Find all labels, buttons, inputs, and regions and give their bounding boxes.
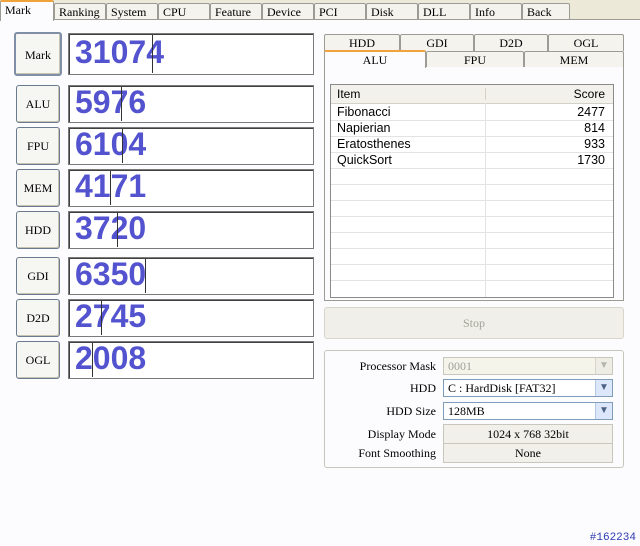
hdd-button[interactable]: HDD bbox=[16, 211, 60, 249]
subtab-mem[interactable]: MEM bbox=[524, 51, 624, 68]
font-smoothing-value: None bbox=[443, 443, 613, 463]
hdd-size-value: 128MB bbox=[448, 404, 485, 418]
mem-score-box: 4171 bbox=[68, 168, 314, 207]
gdi-button[interactable]: GDI bbox=[16, 257, 60, 295]
chevron-down-icon[interactable]: ▼ bbox=[595, 358, 612, 374]
header-divider bbox=[485, 88, 486, 100]
hdd-label: HDD bbox=[410, 381, 436, 395]
d2d-score-box: 2745 bbox=[68, 298, 314, 337]
gdi-score-box: 6350 bbox=[68, 256, 314, 295]
mark-score-cursor bbox=[152, 35, 153, 73]
chevron-down-icon[interactable]: ▼ bbox=[595, 380, 612, 396]
d2d-score-cursor bbox=[101, 301, 102, 335]
subtab-hdd[interactable]: HDD bbox=[324, 34, 400, 51]
row-score: 814 bbox=[584, 121, 605, 135]
hdd-size-select[interactable]: 128MB ▼ bbox=[443, 402, 613, 420]
row-score: 1730 bbox=[577, 153, 605, 167]
fpu-score: 6104 bbox=[75, 126, 147, 162]
hdd-select[interactable]: C : HardDisk [FAT32] ▼ bbox=[443, 379, 613, 397]
hdd-score: 3720 bbox=[75, 210, 147, 246]
tab-system[interactable]: System bbox=[106, 3, 158, 20]
hdd-score-box: 3720 bbox=[68, 210, 314, 249]
hdd-value: C : HardDisk [FAT32] bbox=[448, 381, 556, 395]
processor-mask-select[interactable]: 0001 ▼ bbox=[443, 357, 613, 375]
tab-info[interactable]: Info bbox=[470, 3, 522, 20]
row-item: QuickSort bbox=[337, 153, 392, 167]
fpu-score-box: 6104 bbox=[68, 126, 314, 165]
mark-score-box: 31074 bbox=[68, 33, 314, 75]
gdi-score-cursor bbox=[145, 259, 146, 293]
table-row[interactable]: Fibonacci 2477 bbox=[331, 104, 613, 121]
table-row[interactable]: Eratosthenes 933 bbox=[331, 136, 613, 153]
subtab-alu[interactable]: ALU bbox=[324, 50, 426, 68]
gdi-score: 6350 bbox=[75, 256, 147, 292]
tab-pci[interactable]: PCI bbox=[314, 3, 366, 20]
empty-row bbox=[331, 232, 613, 249]
display-mode-label: Display Mode bbox=[367, 427, 436, 441]
tab-mark[interactable]: Mark bbox=[0, 0, 54, 21]
column-header-item[interactable]: Item bbox=[337, 87, 360, 101]
empty-row bbox=[331, 248, 613, 265]
alu-score-box: 5976 bbox=[68, 84, 314, 123]
empty-row bbox=[331, 184, 613, 201]
fpu-score-cursor bbox=[122, 129, 123, 163]
empty-row bbox=[331, 200, 613, 217]
display-mode-value: 1024 x 768 32bit bbox=[443, 424, 613, 444]
alu-score: 5976 bbox=[75, 84, 147, 120]
d2d-score: 2745 bbox=[75, 298, 147, 334]
row-score: 2477 bbox=[577, 105, 605, 119]
subtab-gdi[interactable]: GDI bbox=[400, 34, 474, 51]
subtab-ogl[interactable]: OGL bbox=[548, 34, 624, 51]
alu-score-cursor bbox=[121, 87, 122, 121]
stop-button[interactable]: Stop bbox=[324, 307, 624, 339]
results-list[interactable]: Item Score Fibonacci 2477 Napierian 814 … bbox=[330, 84, 614, 298]
empty-row bbox=[331, 264, 613, 281]
column-header-score[interactable]: Score bbox=[574, 87, 605, 101]
ogl-score: 2008 bbox=[75, 340, 147, 376]
d2d-button[interactable]: D2D bbox=[16, 299, 60, 337]
processor-mask-label: Processor Mask bbox=[359, 359, 436, 373]
row-item: Fibonacci bbox=[337, 105, 391, 119]
mark-button[interactable]: Mark bbox=[14, 32, 62, 76]
hdd-score-cursor bbox=[117, 213, 118, 247]
tab-back[interactable]: Back bbox=[522, 3, 570, 20]
empty-row bbox=[331, 168, 613, 185]
tab-cpu[interactable]: CPU bbox=[158, 3, 210, 20]
row-score: 933 bbox=[584, 137, 605, 151]
processor-mask-value: 0001 bbox=[448, 359, 472, 373]
mem-button[interactable]: MEM bbox=[16, 169, 60, 207]
font-smoothing-label: Font Smoothing bbox=[358, 446, 436, 460]
row-item: Eratosthenes bbox=[337, 137, 411, 151]
ogl-score-box: 2008 bbox=[68, 340, 314, 379]
mark-score: 31074 bbox=[75, 34, 164, 70]
fpu-button[interactable]: FPU bbox=[16, 127, 60, 165]
subtab-d2d[interactable]: D2D bbox=[474, 34, 548, 51]
tab-ranking[interactable]: Ranking bbox=[54, 3, 106, 20]
ogl-score-cursor bbox=[92, 343, 93, 377]
table-row[interactable]: Napierian 814 bbox=[331, 120, 613, 137]
ogl-button[interactable]: OGL bbox=[16, 341, 60, 379]
tab-dll[interactable]: DLL bbox=[418, 3, 470, 20]
subtab-fpu[interactable]: FPU bbox=[426, 51, 524, 68]
results-header: Item Score bbox=[331, 85, 613, 104]
alu-button[interactable]: ALU bbox=[16, 85, 60, 123]
row-item: Napierian bbox=[337, 121, 391, 135]
table-row[interactable]: QuickSort 1730 bbox=[331, 152, 613, 169]
footer-id: #162234 bbox=[589, 532, 636, 544]
empty-row bbox=[331, 216, 613, 233]
chevron-down-icon[interactable]: ▼ bbox=[595, 403, 612, 419]
mem-score-cursor bbox=[110, 171, 111, 205]
tab-feature[interactable]: Feature bbox=[210, 3, 262, 20]
tab-disk[interactable]: Disk bbox=[366, 3, 418, 20]
hdd-size-label: HDD Size bbox=[386, 404, 436, 418]
tab-device[interactable]: Device bbox=[262, 3, 314, 20]
